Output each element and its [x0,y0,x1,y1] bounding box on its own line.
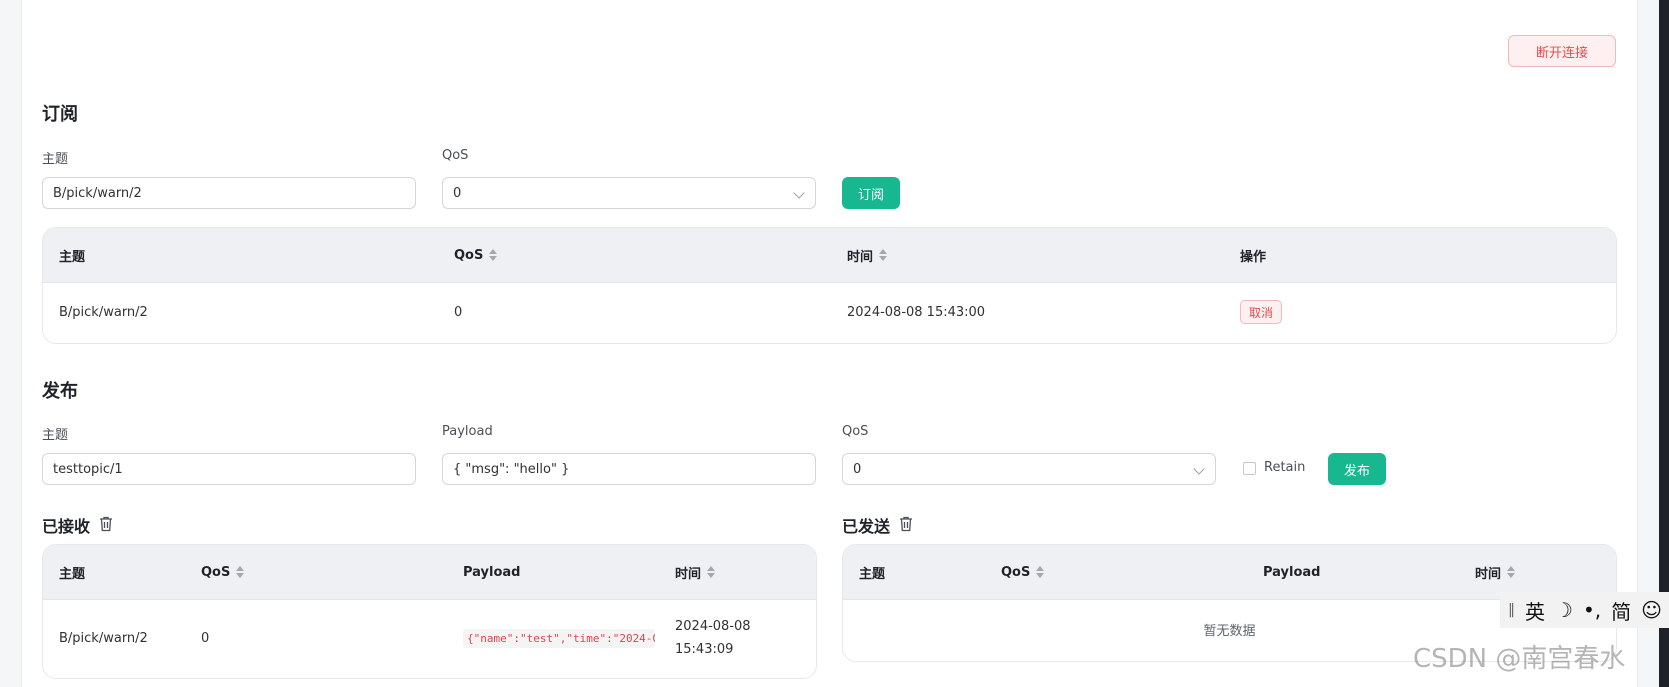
punctuation-icon[interactable]: •, [1583,598,1601,622]
subscriptions-table: 主题 QoS 时间 操作 B/pick/warn/2 0 2024-08-08 … [42,227,1617,344]
column-header-qos[interactable]: QoS [454,228,498,282]
column-header-action: 操作 [1240,249,1267,265]
retain-label[interactable]: Retain [1264,460,1305,475]
received-messages-table: 主题 QoS Payload 时间 B/pick/warn/2 0 {"name… [42,544,817,679]
received-payload: {"name":"test","time":"2024-08-08 [463,628,655,648]
sort-icon[interactable] [236,566,245,578]
received-table-header: 主题 QoS Payload 时间 [43,545,816,600]
chevron-down-icon [1193,463,1205,475]
unsubscribe-button[interactable]: 取消 [1240,300,1283,324]
column-header-time[interactable]: 时间 [675,545,716,599]
received-time: 2024-08-08 15:43:09 [675,599,751,677]
chevron-down-icon [793,187,805,199]
column-header-payload: Payload [463,564,521,580]
subscription-time: 2024-08-08 15:43:00 [847,304,986,320]
publish-topic-input[interactable]: testtopic/1 [42,453,416,485]
publish-payload-input[interactable]: { "msg": "hello" } [442,453,816,485]
mqtt-client-panel: 断开连接 订阅 主题 B/pick/warn/2 QoS 0 订阅 主题 QoS… [21,0,1638,687]
subscribe-qos-select[interactable]: 0 [442,177,816,209]
ime-mode-icon[interactable]: 英 [1525,596,1545,625]
publish-qos-select[interactable]: 0 [842,453,1216,485]
received-payload-cell: {"name":"test","time":"2024-08-08 [463,599,655,677]
trash-icon[interactable] [99,516,113,532]
subscribe-button[interactable]: 订阅 [842,177,900,209]
subscription-action-cell: 取消 [1240,282,1283,342]
received-topic: B/pick/warn/2 [59,630,148,646]
received-qos: 0 [201,630,210,646]
sort-icon[interactable] [707,566,716,578]
publish-qos-value: 0 [853,461,862,477]
publish-section-title: 发布 [42,381,78,402]
subscription-qos: 0 [454,304,463,320]
received-time-date: 2024-08-08 [675,619,751,634]
sent-section-title: 已发送 [842,517,891,536]
publish-topic-label: 主题 [42,428,69,443]
publish-qos-label: QoS [842,424,869,439]
received-time-clock: 15:43:09 [675,642,734,657]
column-header-qos[interactable]: QoS [1001,545,1045,599]
subscribe-topic-input[interactable]: B/pick/warn/2 [42,177,416,209]
subscribe-qos-value: 0 [453,185,462,201]
sort-icon[interactable] [879,249,888,261]
subscribe-section-title: 订阅 [42,104,78,125]
retain-checkbox[interactable] [1243,462,1256,475]
sort-icon[interactable] [1036,566,1045,578]
trash-icon[interactable] [899,516,913,532]
column-header-topic: 主题 [59,566,86,582]
subscription-topic: B/pick/warn/2 [59,304,148,320]
column-header-time[interactable]: 时间 [1475,545,1516,599]
column-header-topic: 主题 [859,566,886,582]
sort-icon[interactable] [489,249,498,261]
subscriptions-table-header: 主题 QoS 时间 操作 [43,228,1616,283]
emoji-icon[interactable]: ☺ [1641,598,1662,622]
ime-simplified-icon[interactable]: 简 [1611,596,1631,625]
publish-button[interactable]: 发布 [1328,453,1386,485]
moon-icon[interactable]: ☽ [1555,598,1573,622]
publish-payload-label: Payload [442,424,493,439]
column-header-payload: Payload [1263,564,1321,580]
subscribe-qos-label: QoS [442,148,469,163]
window-edge [1659,0,1669,687]
column-header-topic: 主题 [59,249,86,265]
disconnect-button[interactable]: 断开连接 [1508,35,1616,67]
ime-toolbar: ‖ 英 ☽ •, 简 ☺ [1500,592,1669,628]
watermark: CSDN @南宫春水 [1413,644,1626,674]
column-header-qos[interactable]: QoS [201,545,245,599]
received-section-title: 已接收 [42,517,91,536]
sort-icon[interactable] [1507,566,1516,578]
subscribe-topic-label: 主题 [42,152,69,167]
ime-handle[interactable]: ‖ [1508,602,1515,618]
column-header-time[interactable]: 时间 [847,228,888,282]
